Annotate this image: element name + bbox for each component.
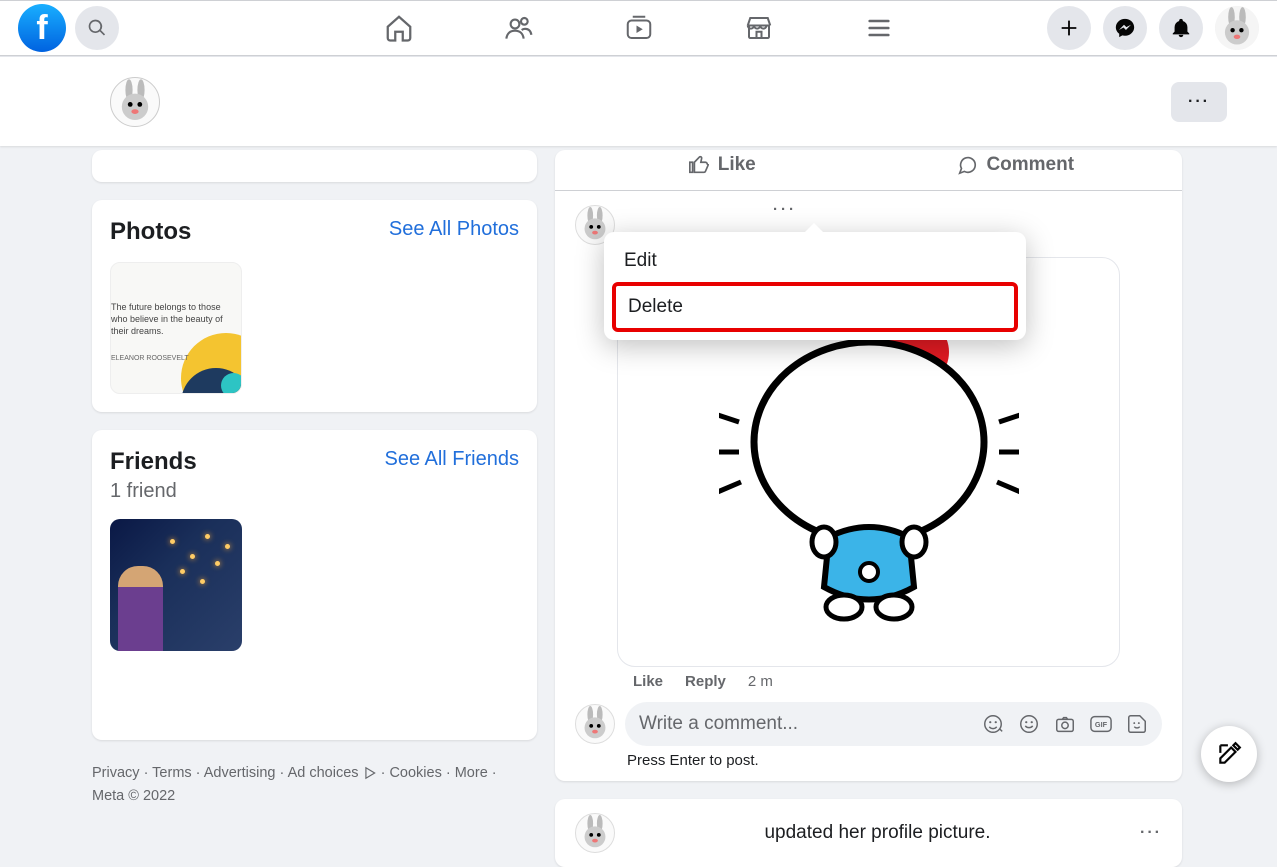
friends-tab[interactable]	[463, 0, 575, 56]
see-all-friends-link[interactable]: See All Friends	[384, 448, 519, 471]
like-button[interactable]: Like	[575, 154, 869, 176]
avatar-sticker-button[interactable]	[982, 713, 1004, 735]
next-post-text: updated her profile picture.	[764, 822, 990, 843]
compose-fab[interactable]	[1201, 726, 1257, 782]
footer-terms[interactable]: Terms	[152, 765, 191, 781]
photos-title: Photos	[110, 218, 191, 246]
ellipsis-icon: ···	[1188, 93, 1210, 111]
profile-avatar-button[interactable]	[1215, 6, 1259, 50]
search-button[interactable]	[75, 6, 119, 50]
comment-label: Comment	[986, 154, 1074, 176]
camera-button[interactable]	[1054, 713, 1076, 735]
emoji-icon	[1018, 713, 1040, 735]
ellipsis-icon: ···	[1140, 824, 1162, 841]
watch-icon	[624, 13, 654, 43]
messenger-icon	[1114, 17, 1136, 39]
comment-options-menu: Edit Delete	[604, 232, 1026, 340]
adchoices-icon	[363, 766, 377, 780]
camera-icon	[1054, 713, 1076, 735]
next-post-card: updated her profile picture. ···	[555, 799, 1182, 867]
comment-meta-row: Like Reply 2 m	[555, 667, 1182, 696]
home-icon	[384, 13, 414, 43]
next-post-options-button[interactable]: ···	[1140, 824, 1162, 842]
emoji-button[interactable]	[1018, 713, 1040, 735]
sticker-icon	[1126, 713, 1148, 735]
create-button[interactable]	[1047, 6, 1091, 50]
comment-reply-button[interactable]: Reply	[685, 673, 726, 690]
left-column: Photos See All Photos The future belongs…	[92, 150, 537, 867]
footer-privacy[interactable]: Privacy	[92, 765, 140, 781]
profile-sticky-header: ···	[0, 56, 1277, 146]
gif-icon: GIF	[1090, 715, 1112, 733]
comment-input[interactable]: Write a comment... GIF	[625, 702, 1162, 746]
search-icon	[87, 18, 107, 38]
menu-delete-item[interactable]: Delete	[612, 282, 1018, 332]
next-post-avatar[interactable]	[575, 813, 615, 853]
footer-adchoices[interactable]: Ad choices	[288, 765, 359, 781]
comment-like-button[interactable]: Like	[633, 673, 663, 690]
bell-icon	[1170, 17, 1192, 39]
menu-edit-item[interactable]: Edit	[612, 240, 1018, 282]
like-icon	[688, 154, 710, 176]
svg-text:GIF: GIF	[1095, 720, 1108, 729]
logo-letter: f	[36, 9, 47, 48]
my-avatar[interactable]	[575, 704, 615, 744]
gif-button[interactable]: GIF	[1090, 713, 1112, 735]
edit-icon	[1216, 741, 1242, 767]
comment-button[interactable]: Comment	[869, 154, 1163, 176]
marketplace-tab[interactable]	[703, 0, 815, 56]
bunny-avatar-icon	[111, 78, 159, 126]
home-tab[interactable]	[343, 0, 455, 56]
profile-more-button[interactable]: ···	[1171, 82, 1227, 122]
hello-kitty-icon	[719, 292, 1019, 632]
ellipsis-icon: ···	[773, 201, 797, 218]
menu-tab[interactable]	[823, 0, 935, 56]
footer-links: Privacy · Terms · Advertising · Ad choic…	[92, 762, 537, 808]
hamburger-icon	[865, 14, 893, 42]
photo-thumbnail[interactable]: The future belongs to those who believe …	[110, 262, 242, 394]
marketplace-icon	[744, 13, 774, 43]
post-actions-row: Like Comment	[555, 150, 1182, 191]
watch-tab[interactable]	[583, 0, 695, 56]
bunny-avatar-icon	[1215, 6, 1259, 50]
comment-placeholder: Write a comment...	[639, 713, 798, 735]
intro-card-peek	[92, 150, 537, 182]
friends-title: Friends	[110, 448, 197, 476]
friends-icon	[503, 12, 535, 44]
footer-more[interactable]: More	[455, 765, 488, 781]
enter-to-post-hint: Press Enter to post.	[555, 750, 1182, 781]
facebook-logo[interactable]: f	[18, 4, 66, 52]
friends-count: 1 friend	[110, 480, 197, 503]
sticky-avatar[interactable]	[110, 77, 160, 127]
photo-quote-text: The future belongs to those who believe …	[111, 301, 241, 337]
photo-quote-author: ELEANOR ROOSEVELT	[111, 355, 189, 362]
friends-card: Friends 1 friend See All Friends	[92, 430, 537, 740]
comment-icon	[956, 154, 978, 176]
like-label: Like	[718, 154, 756, 176]
footer-advertising[interactable]: Advertising	[204, 765, 276, 781]
avatar-sticker-icon	[982, 713, 1004, 735]
friend-thumbnail[interactable]	[110, 519, 242, 651]
bunny-avatar-icon	[576, 814, 614, 852]
comment-compose-row: Write a comment... GIF	[555, 696, 1182, 750]
bunny-avatar-icon	[576, 705, 614, 743]
messenger-button[interactable]	[1103, 6, 1147, 50]
notifications-button[interactable]	[1159, 6, 1203, 50]
top-nav: f	[0, 0, 1277, 56]
sticker-button[interactable]	[1126, 713, 1148, 735]
comment-timestamp: 2 m	[748, 673, 773, 690]
comment-options-button[interactable]: ···	[765, 201, 805, 219]
plus-icon	[1058, 17, 1080, 39]
see-all-photos-link[interactable]: See All Photos	[389, 218, 519, 241]
photos-card: Photos See All Photos The future belongs…	[92, 200, 537, 412]
footer-cookies[interactable]: Cookies	[389, 765, 441, 781]
